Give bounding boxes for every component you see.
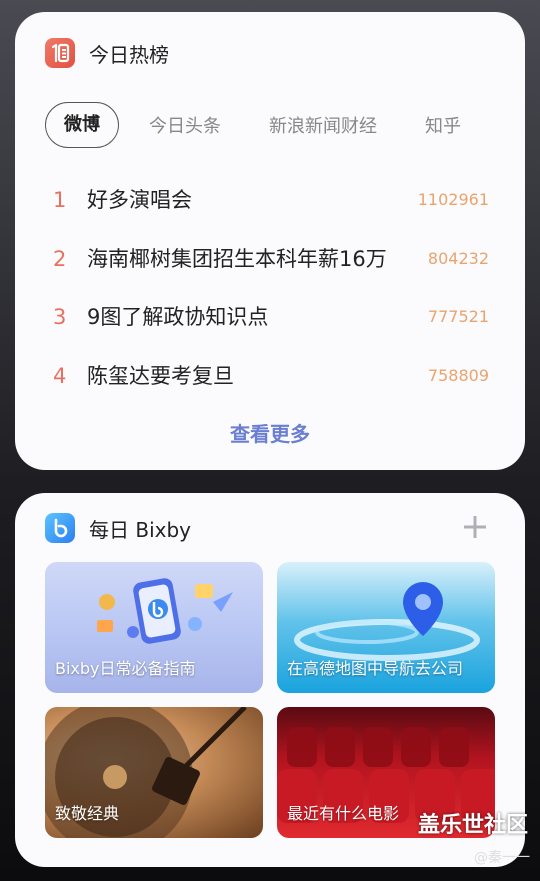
hot-list-card: 今日热榜 微博 今日头条 新浪新闻财经 知乎 1 好多演唱会 1102961 2… (15, 12, 525, 470)
hot-list-title: 今日热榜 (89, 42, 169, 67)
hot-list-header: 今日热榜 (45, 38, 169, 68)
watermark-logo: 盖乐世社区 (417, 813, 528, 838)
rank-count: 777521 (427, 307, 489, 326)
bixby-tile-navigation[interactable]: 在高德地图中导航去公司 (277, 562, 495, 693)
watermark-author: @秦一一 (474, 850, 530, 866)
rank-title: 海南椰树集团招生本科年薪16万 (87, 246, 387, 271)
rank-count: 1102961 (417, 190, 489, 209)
rank-title: 好多演唱会 (87, 188, 192, 212)
add-icon[interactable] (461, 513, 489, 541)
tile-label: 在高德地图中导航去公司 (287, 659, 464, 678)
tile-label: 致敬经典 (55, 804, 120, 823)
tab-sina-finance[interactable]: 新浪新闻财经 (269, 112, 377, 138)
see-more-button[interactable]: 查看更多 (15, 416, 525, 452)
list-item[interactable]: 1 好多演唱会 1102961 (15, 180, 525, 239)
hot-list-tabs: 微博 今日头条 新浪新闻财经 知乎 (45, 102, 461, 148)
rank-title: 陈玺达要考复旦 (87, 363, 234, 388)
bixby-title: 每日 Bixby (89, 517, 192, 542)
tab-toutiao[interactable]: 今日头条 (149, 112, 221, 138)
bixby-tile-guide[interactable]: Bixby日常必备指南 (45, 562, 263, 693)
bixby-icon (45, 513, 75, 543)
hot-list-items: 1 好多演唱会 1102961 2 海南椰树集团招生本科年薪16万 804232… (15, 180, 525, 414)
tile-label: Bixby日常必备指南 (55, 659, 196, 678)
list-item[interactable]: 4 陈玺达要考复旦 758809 (15, 356, 525, 415)
list-item[interactable]: 2 海南椰树集团招生本科年薪16万 804232 (15, 239, 525, 298)
rank-count: 804232 (427, 248, 489, 268)
rank-number: 3 (53, 305, 67, 329)
list-item[interactable]: 3 9图了解政协知识点 777521 (15, 297, 525, 356)
hot-list-icon (45, 38, 75, 68)
rank-number: 1 (53, 188, 67, 212)
rank-number: 2 (53, 246, 67, 271)
rank-number: 4 (53, 363, 67, 388)
rank-title: 9图了解政协知识点 (87, 305, 269, 329)
rank-count: 758809 (427, 365, 489, 385)
tab-zhihu[interactable]: 知乎 (425, 112, 461, 138)
bixby-header: 每日 Bixby (45, 513, 191, 543)
tab-weibo[interactable]: 微博 (45, 102, 119, 148)
tile-label: 最近有什么电影 (287, 804, 400, 823)
bixby-tile-classic[interactable]: 致敬经典 (45, 707, 263, 838)
